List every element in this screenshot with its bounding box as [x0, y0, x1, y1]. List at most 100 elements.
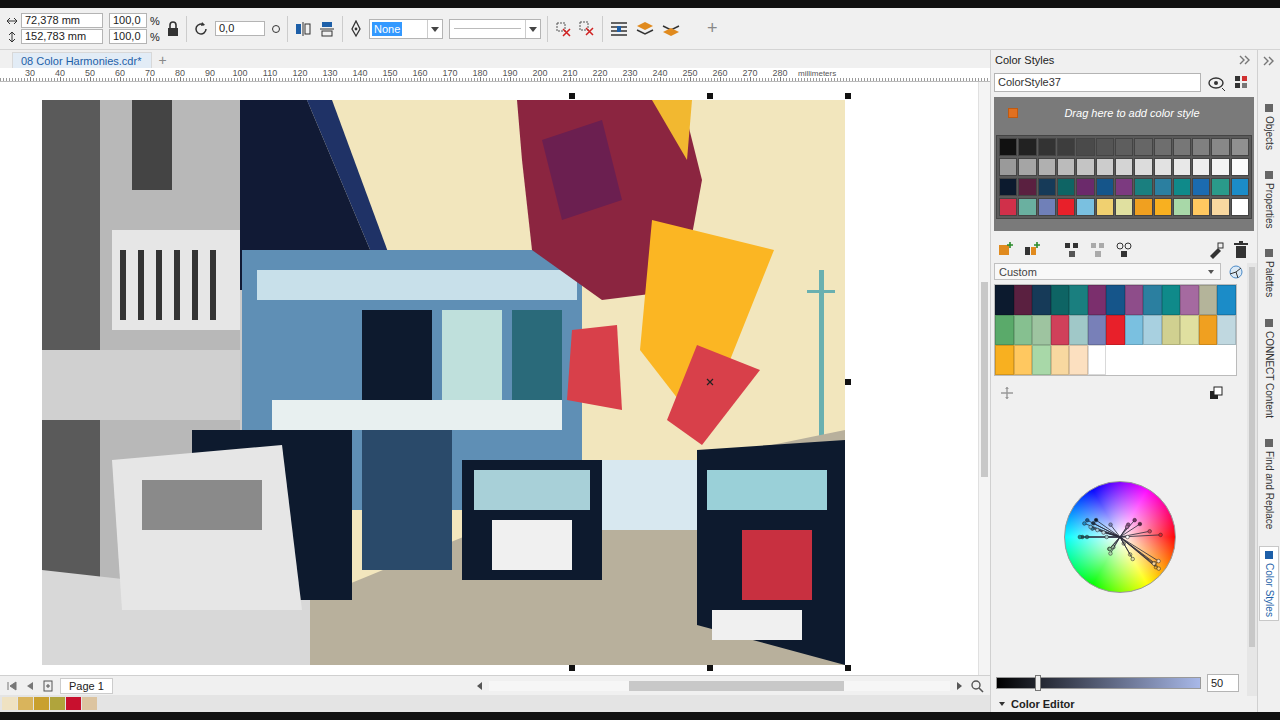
- rotation-field[interactable]: 0,0: [215, 21, 265, 36]
- harmony-swatch[interactable]: [1051, 285, 1070, 315]
- style-swatch[interactable]: [1057, 158, 1075, 176]
- style-swatch[interactable]: [1134, 158, 1152, 176]
- style-swatch[interactable]: [1057, 198, 1075, 216]
- to-front-icon[interactable]: [635, 20, 655, 38]
- style-swatch[interactable]: [1134, 178, 1152, 196]
- docker-tab[interactable]: Objects: [1259, 100, 1279, 153]
- page-tab[interactable]: Page 1: [60, 678, 113, 694]
- harmony-swatch[interactable]: [1088, 345, 1107, 375]
- slider-handle[interactable]: [1035, 675, 1041, 691]
- style-swatch[interactable]: [999, 138, 1017, 156]
- harmony-swatch[interactable]: [1069, 345, 1088, 375]
- style-swatch[interactable]: [1115, 138, 1133, 156]
- harmony-swatch[interactable]: [1069, 315, 1088, 345]
- break-apart-icon[interactable]: [578, 20, 596, 38]
- style-swatch[interactable]: [1154, 158, 1172, 176]
- palette-swatch[interactable]: [2, 697, 17, 710]
- style-swatch[interactable]: [1096, 158, 1114, 176]
- harmony-swatch[interactable]: [1162, 315, 1181, 345]
- view-options-icon[interactable]: [1207, 74, 1227, 92]
- style-swatch[interactable]: [1154, 138, 1172, 156]
- delete-icon[interactable]: [1233, 241, 1249, 259]
- selection-handle[interactable]: [845, 379, 851, 385]
- palette-swatch[interactable]: [82, 697, 97, 710]
- style-swatch[interactable]: [1192, 138, 1210, 156]
- style-swatch[interactable]: [1096, 198, 1114, 216]
- harmony-swatch[interactable]: [1051, 315, 1070, 345]
- selection-handle[interactable]: [707, 665, 713, 671]
- style-swatch[interactable]: [1154, 198, 1172, 216]
- horizontal-scrollbar[interactable]: [475, 681, 964, 691]
- style-swatch[interactable]: [999, 178, 1017, 196]
- harmony-swatch[interactable]: [995, 315, 1014, 345]
- dropdown-arrow-icon[interactable]: [1206, 267, 1216, 277]
- harmony-swatch[interactable]: [1032, 345, 1051, 375]
- style-swatch[interactable]: [1231, 198, 1249, 216]
- harmony-swatch[interactable]: [1088, 315, 1107, 345]
- harmony-swatch[interactable]: [1180, 315, 1199, 345]
- docker-scrollbar[interactable]: [1247, 263, 1257, 696]
- size-field[interactable]: 72,378 mm: [21, 13, 103, 28]
- style-swatch[interactable]: [1211, 198, 1229, 216]
- document-tab[interactable]: 08 Color Harmonies.cdr*: [12, 52, 152, 68]
- style-swatch[interactable]: [1134, 198, 1152, 216]
- scroll-right-icon[interactable]: [954, 681, 964, 691]
- rotation-center-icon[interactable]: [706, 378, 714, 386]
- first-page-icon[interactable]: [6, 680, 18, 692]
- harmony-swatch[interactable]: [1014, 285, 1033, 315]
- expand-dockers-icon[interactable]: [1263, 56, 1275, 66]
- docker-tab[interactable]: Properties: [1259, 167, 1279, 232]
- style-swatch[interactable]: [1231, 178, 1249, 196]
- artwork-illustration[interactable]: [42, 100, 845, 665]
- harmony-swatch[interactable]: [1143, 285, 1162, 315]
- line-style-dropdown[interactable]: [449, 19, 541, 39]
- style-swatch[interactable]: [1115, 198, 1133, 216]
- harmony-rules-icon[interactable]: [1115, 241, 1133, 259]
- style-swatch[interactable]: [1231, 158, 1249, 176]
- harmony-swatch[interactable]: [1199, 285, 1218, 315]
- zoom-icon[interactable]: [970, 679, 984, 693]
- apply-to-selection-icon[interactable]: [1207, 241, 1225, 259]
- style-swatch[interactable]: [1076, 178, 1094, 196]
- harmony-swatch[interactable]: [1069, 285, 1088, 315]
- harmony-swatch[interactable]: [1106, 315, 1125, 345]
- to-back-icon[interactable]: [661, 20, 681, 38]
- selection-handle[interactable]: [845, 93, 851, 99]
- scale-field[interactable]: 100,0: [109, 13, 147, 28]
- new-color-style-icon[interactable]: [997, 241, 1015, 259]
- move-handle-icon[interactable]: [1000, 386, 1014, 400]
- style-swatch[interactable]: [1173, 198, 1191, 216]
- style-swatch[interactable]: [999, 158, 1017, 176]
- mirror-horizontal-icon[interactable]: [294, 20, 312, 38]
- drawing-canvas[interactable]: [0, 82, 978, 675]
- dropdown-arrow-icon[interactable]: [427, 20, 442, 38]
- style-swatch[interactable]: [1173, 138, 1191, 156]
- harmony-swatch[interactable]: [995, 285, 1014, 315]
- color-editor-section[interactable]: Color Editor: [991, 696, 1257, 712]
- mirror-vertical-icon[interactable]: [318, 20, 336, 38]
- harmony-swatch[interactable]: [1032, 285, 1051, 315]
- harmony-swatch[interactable]: [1162, 285, 1181, 315]
- style-swatch[interactable]: [1018, 138, 1036, 156]
- harmony-swatch[interactable]: [1125, 285, 1144, 315]
- style-swatch[interactable]: [1038, 198, 1056, 216]
- docker-tab[interactable]: CONNECT Content: [1259, 315, 1279, 421]
- docker-tab[interactable]: Palettes: [1259, 245, 1279, 300]
- scroll-thumb[interactable]: [981, 282, 988, 477]
- style-swatch[interactable]: [1018, 158, 1036, 176]
- style-swatch[interactable]: [1115, 178, 1133, 196]
- previous-page-icon[interactable]: [24, 680, 36, 692]
- new-document-tab-button[interactable]: +: [158, 52, 166, 68]
- add-page-icon[interactable]: [42, 680, 54, 692]
- ungroup-icon[interactable]: [1089, 241, 1107, 259]
- harmony-swatch[interactable]: [1088, 285, 1107, 315]
- harmony-swatch[interactable]: [1217, 315, 1236, 345]
- style-swatch[interactable]: [1038, 138, 1056, 156]
- scale-field[interactable]: 100,0: [109, 29, 147, 44]
- style-swatch[interactable]: [1192, 158, 1210, 176]
- lock-ratio-icon[interactable]: [166, 21, 180, 37]
- style-swatch[interactable]: [1038, 178, 1056, 196]
- text-wrap-icon[interactable]: [609, 20, 629, 38]
- style-swatch[interactable]: [1076, 198, 1094, 216]
- style-swatch[interactable]: [1076, 138, 1094, 156]
